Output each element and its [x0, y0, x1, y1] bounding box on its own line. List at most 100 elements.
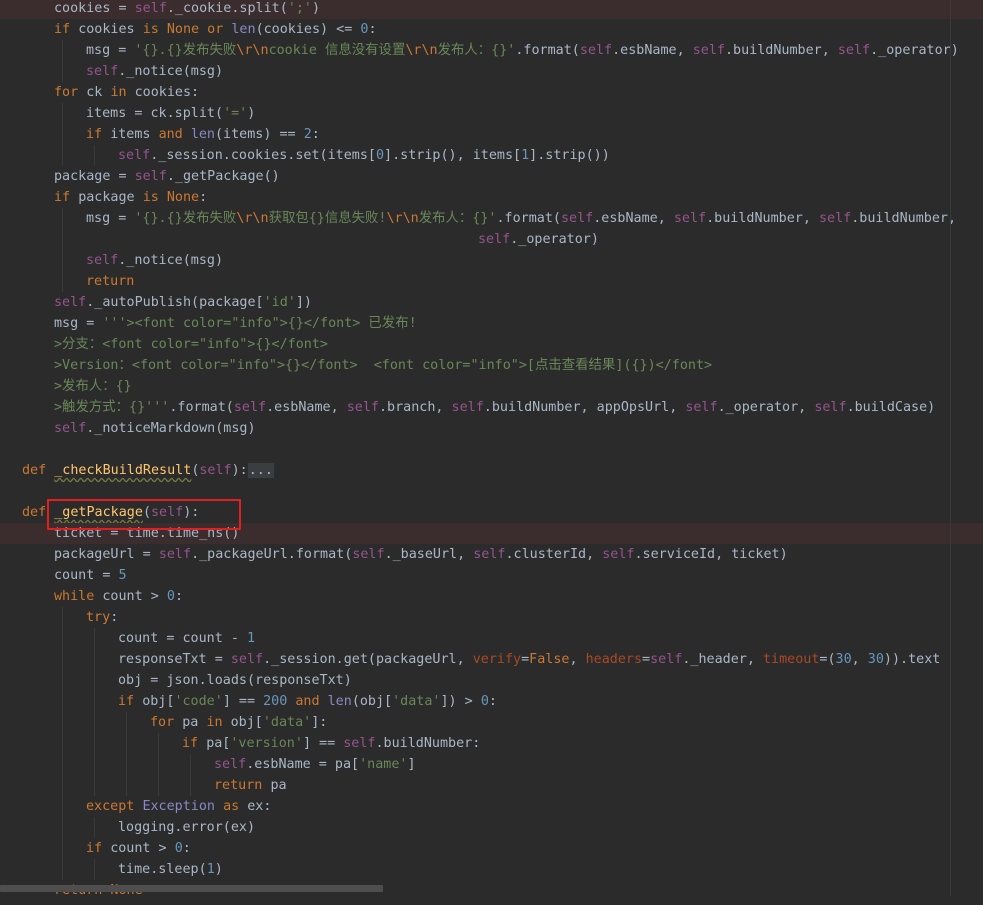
code-token: 1: [206, 862, 215, 877]
code-token: 'version': [230, 736, 303, 751]
code-line[interactable]: for ck in cookies:: [0, 82, 983, 103]
code-line[interactable]: >Version：<font color="info">{}</font> <f…: [0, 355, 983, 376]
indent-guide: [62, 61, 63, 82]
code-line[interactable]: return pa: [0, 775, 983, 796]
code-text: if count > 0:: [86, 838, 191, 859]
code-line[interactable]: if count > 0:: [0, 838, 983, 859]
code-token: >分支：<font color="info">{}</font>: [54, 337, 328, 352]
code-token: in: [110, 85, 135, 100]
code-line[interactable]: except Exception as ex:: [0, 796, 983, 817]
code-line[interactable]: count = 5: [0, 565, 983, 586]
code-line[interactable]: for pa in obj['data']:: [0, 712, 983, 733]
code-line[interactable]: self._autoPublish(package['id']): [0, 292, 983, 313]
code-token: items = ck.split(: [86, 106, 224, 121]
indent-guide: [62, 250, 63, 271]
code-token: :: [182, 841, 191, 856]
code-token: ): [312, 1, 321, 16]
code-line[interactable]: logging.error(ex): [0, 817, 983, 838]
code-line[interactable]: def _checkBuildResult(self):...: [0, 460, 983, 481]
code-token: 1: [247, 631, 256, 646]
indent-guide: [62, 649, 63, 670]
code-line[interactable]: if cookies is None or len(cookies) <= 0:: [0, 19, 983, 40]
code-text: try:: [86, 607, 118, 628]
code-token: if: [86, 127, 111, 142]
code-token: msg =: [86, 211, 135, 226]
code-line[interactable]: package = self._getPackage(): [0, 166, 983, 187]
code-text: while count > 0:: [54, 586, 183, 607]
code-token: .esbName,: [266, 400, 347, 415]
code-token: \r\n: [386, 211, 419, 226]
code-token: .esbName,: [593, 211, 674, 226]
folded-code-placeholder[interactable]: ...: [247, 463, 274, 478]
code-token: ]:: [311, 715, 328, 730]
code-token: .buildNumber:: [375, 736, 481, 751]
code-line[interactable]: if pa['version'] == self.buildNumber:: [0, 733, 983, 754]
code-token: ,: [851, 652, 868, 667]
code-token: obj[: [142, 694, 175, 709]
code-text: self._notice(msg): [86, 250, 223, 271]
code-line[interactable]: msg = '{}.{}发布失败\r\n获取包{}信息失败!\r\n发布人：{}…: [0, 208, 983, 229]
code-token: (cookies) <=: [255, 22, 361, 37]
code-line[interactable]: obj = json.loads(responseTxt): [0, 670, 983, 691]
code-token: return: [86, 274, 135, 289]
code-token: self: [86, 64, 119, 79]
code-token: ._packageUrl.format(: [191, 547, 353, 562]
code-text: self._autoPublish(package['id']): [54, 292, 312, 313]
indent-guide: [126, 775, 127, 796]
code-line[interactable]: [0, 439, 983, 460]
code-token: ._noticeMarkdown(msg): [86, 421, 256, 436]
code-token: 'name': [359, 757, 408, 772]
code-token: pa: [182, 715, 207, 730]
code-line[interactable]: time.sleep(1): [0, 859, 983, 880]
code-token: is None or: [142, 22, 232, 37]
code-line[interactable]: if items and len(items) == 2:: [0, 124, 983, 145]
code-line[interactable]: self._session.cookies.set(items[0].strip…: [0, 145, 983, 166]
code-token: self: [54, 295, 87, 310]
code-token: obj[: [230, 715, 263, 730]
code-token: _checkBuildResult: [54, 463, 192, 478]
code-line[interactable]: >触发方式：{}'''.format(self.esbName, self.br…: [0, 397, 983, 418]
code-line[interactable]: >分支：<font color="info">{}</font>: [0, 334, 983, 355]
indent-guide: [62, 124, 63, 145]
code-text: logging.error(ex): [118, 817, 255, 838]
horizontal-scrollbar[interactable]: [0, 885, 383, 892]
code-line[interactable]: msg = '''><font color="info">{}</font> 已…: [0, 313, 983, 334]
code-line[interactable]: cookies = self._cookie.split(';'): [0, 0, 983, 19]
code-text: if obj['code'] == 200 and len(obj['data'…: [118, 691, 497, 712]
code-line[interactable]: if package is None:: [0, 187, 983, 208]
code-line[interactable]: msg = '{}.{}发布失败\r\ncookie 信息没有设置\r\n发布人…: [0, 40, 983, 61]
code-line[interactable]: responseTxt = self._session.get(packageU…: [0, 649, 983, 670]
code-line[interactable]: self.esbName = pa['name']: [0, 754, 983, 775]
highlight-box: [47, 499, 241, 530]
code-text: package = self._getPackage(): [54, 166, 280, 187]
code-token: cookie 信息没有设置: [268, 43, 406, 58]
code-line[interactable]: self._noticeMarkdown(msg): [0, 418, 983, 439]
indent-guide: [94, 691, 95, 712]
code-token: ._notice(msg): [118, 253, 224, 268]
code-token: \r\n: [236, 211, 269, 226]
indent-guide: [62, 691, 63, 712]
code-token: .clusterId,: [505, 547, 603, 562]
indent-guide: [94, 733, 95, 754]
indent-guide: [62, 775, 63, 796]
code-line[interactable]: self._notice(msg): [0, 61, 983, 82]
code-token: .serviceId, ticket): [634, 547, 788, 562]
code-line[interactable]: if obj['code'] == 200 and len(obj['data'…: [0, 691, 983, 712]
code-line[interactable]: return: [0, 271, 983, 292]
code-token: self: [673, 211, 707, 226]
code-token: time.sleep(: [118, 862, 207, 877]
code-line[interactable]: packageUrl = self._packageUrl.format(sel…: [0, 544, 983, 565]
code-line[interactable]: self._notice(msg): [0, 250, 983, 271]
code-token: (obj[: [351, 694, 393, 709]
code-line[interactable]: self._operator): [0, 229, 983, 250]
indent-guide: [62, 754, 63, 775]
code-token: .format(: [496, 211, 561, 226]
code-line[interactable]: while count > 0:: [0, 586, 983, 607]
code-line[interactable]: count = count - 1: [0, 628, 983, 649]
code-line[interactable]: items = ck.split('='): [0, 103, 983, 124]
indent-guide: [62, 103, 63, 124]
code-line[interactable]: >发布人：{}: [0, 376, 983, 397]
code-line[interactable]: try:: [0, 607, 983, 628]
code-editor[interactable]: cookies = self._cookie.split(';') if cook…: [0, 0, 983, 905]
code-token: ].strip()): [529, 148, 610, 163]
